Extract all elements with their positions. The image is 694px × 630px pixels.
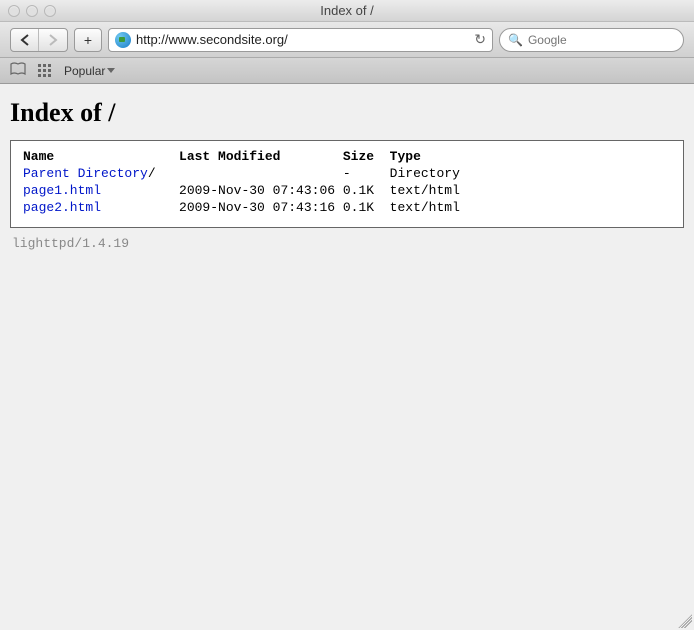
search-bar[interactable]: 🔍 <box>499 28 684 52</box>
top-sites-icon[interactable] <box>38 64 52 78</box>
plus-icon: + <box>84 32 92 48</box>
add-bookmark-button[interactable]: + <box>74 28 102 52</box>
url-bar[interactable]: ↻ <box>108 28 493 52</box>
zoom-window-button[interactable] <box>44 5 56 17</box>
popular-label: Popular <box>64 64 105 78</box>
forward-button[interactable] <box>39 29 67 51</box>
minimize-window-button[interactable] <box>26 5 38 17</box>
search-icon: 🔍 <box>508 33 523 47</box>
bookmarks-popular[interactable]: Popular <box>64 64 115 78</box>
close-window-button[interactable] <box>8 5 20 17</box>
titlebar: Index of / <box>0 0 694 22</box>
directory-listing: Name Last Modified Size Type Parent Dire… <box>10 140 684 228</box>
bookmarks-bar: Popular <box>0 58 694 84</box>
file-link[interactable]: page1.html <box>23 183 101 198</box>
chevron-down-icon <box>107 68 115 73</box>
server-signature: lighttpd/1.4.19 <box>10 236 684 251</box>
page-content: Index of / Name Last Modified Size Type … <box>0 84 694 630</box>
url-input[interactable] <box>136 32 469 47</box>
back-button[interactable] <box>11 29 39 51</box>
search-input[interactable] <box>528 33 683 47</box>
parent-directory-link[interactable]: Parent Directory <box>23 166 148 181</box>
window-title: Index of / <box>0 3 694 18</box>
resize-grip[interactable] <box>678 614 692 628</box>
nav-buttons <box>10 28 68 52</box>
page-title: Index of / <box>10 98 684 128</box>
file-link[interactable]: page2.html <box>23 200 101 215</box>
toolbar: + ↻ 🔍 <box>0 22 694 58</box>
reading-list-icon[interactable] <box>10 62 26 79</box>
reload-icon[interactable]: ↻ <box>474 31 486 48</box>
globe-icon <box>115 32 131 48</box>
